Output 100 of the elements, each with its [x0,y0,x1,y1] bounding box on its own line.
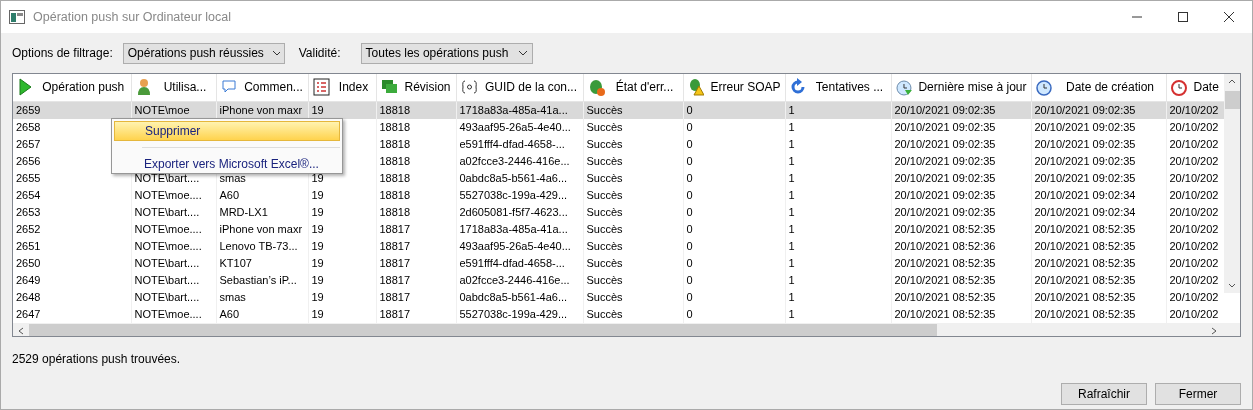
table-cell: 0 [686,154,693,167]
table-cell: 20/10/202 [1169,222,1219,235]
table-cell: a02fcce3-2446-416e... [459,273,570,286]
column-header[interactable]: Index [308,74,376,101]
table-cell: 19 [311,290,324,303]
close-icon [1224,12,1234,22]
column-header[interactable]: Dernière mise à jour [891,74,1031,101]
table-cell: 0 [686,120,693,133]
table-cell: 20/10/202 [1169,171,1219,184]
clock-icon [1170,78,1188,97]
table-cell: 20/10/2021 09:02:35 [894,137,996,150]
column-header[interactable]: État d'err... [583,74,683,101]
caret-icon [517,50,528,56]
table-cell: NOTE\bart.... [134,273,200,286]
table-cell: 1 [788,307,795,320]
table-cell: 1 [788,239,795,252]
table-cell: MRD-LX1 [219,205,268,218]
table-cell: 18817 [379,256,411,269]
table-cell: 19 [311,205,324,218]
table-cell: 493aaf95-26a5-4e40... [459,239,571,252]
table-cell: 19 [311,103,324,116]
horizontal-scrollbar[interactable] [13,322,1240,336]
table-cell: 2656 [16,154,41,167]
table-cell: 18818 [379,188,411,201]
filter-dropdown[interactable]: Toutes les opérations push [360,42,533,64]
table-cell: 2657 [16,137,41,150]
table-cell: 2658 [16,120,41,133]
table-cell: 20/10/2021 09:02:35 [894,205,996,218]
table-cell: NOTE\moe.... [134,188,202,201]
table-cell: e591fff4-dfad-4658-... [459,256,565,269]
scrollbar-thumb[interactable] [29,323,937,336]
table-cell: 20/10/2021 09:02:35 [894,154,996,167]
column-header[interactable]: Commen... [216,74,308,101]
dialog-button[interactable]: Fermer [1155,383,1241,405]
table-cell: 1 [788,137,795,150]
table-cell: 20/10/2021 09:02:35 [1034,120,1136,133]
filter-dropdown[interactable]: Opérations push réussies [122,42,285,64]
table-row[interactable]: 2648 NOTE\bart.... smas 19 18817 0abdc8a5-b561-4a6... Succès 0 1 20/10/2021 08:52:35 20/10/2021 08:52:35 20/10/202 [13,288,1225,306]
table-cell: 20/10/202 [1169,154,1219,167]
table-cell: Succès [586,273,623,286]
table-cell: 2649 [16,273,41,286]
table-cell: 18817 [379,307,411,320]
table-cell: 1 [788,171,795,184]
column-header[interactable]: Erreur SOAP [683,74,785,101]
table-cell: Succès [586,137,623,150]
table-cell: 20/10/202 [1169,137,1219,150]
clock-icon [1035,78,1053,97]
status-text: 2529 opérations push trouvées. [11,351,182,368]
table-cell: 1 [788,154,795,167]
table-cell: iPhone von maxr [219,103,303,116]
table-cell: 20/10/2021 09:02:34 [1034,205,1136,218]
table-cell: 2653 [16,205,41,218]
table-cell: 0 [686,239,693,252]
table-cell: 2654 [16,188,41,201]
vertical-scrollbar[interactable] [1224,74,1240,293]
table-cell: 0 [686,273,693,286]
column-header[interactable]: Utilisa... [131,74,216,101]
column-header[interactable]: Tentatives ... [785,74,891,101]
table-cell: 1718a83a-485a-41a... [459,222,568,235]
table-cell: NOTE\moe.... [134,239,202,252]
table-cell: 20/10/2021 09:02:34 [1034,188,1136,201]
table-cell: 20/10/2021 09:02:35 [894,103,996,116]
table-cell: smas [219,171,246,184]
table-cell: Sebastian’s iP... [219,273,297,286]
menu-item[interactable]: Supprimer [114,121,340,141]
table-cell: iPhone von maxr [219,222,303,235]
table-cell: Succès [586,188,623,201]
table-cell: 20/10/2021 09:02:35 [1034,137,1136,150]
scrollbar-thumb[interactable] [1224,91,1240,109]
table-cell: KT107 [219,256,252,269]
table-cell: 0 [686,137,693,150]
clock-icon [895,78,913,97]
table-cell: NOTE\moe [134,103,190,116]
table-cell: 1 [788,103,795,116]
column-header[interactable]: Révision [376,74,456,101]
table-cell: 18817 [379,239,411,252]
table-cell: 0 [686,103,693,116]
table-cell: NOTE\bart.... [134,256,200,269]
table-cell: 0 [686,307,693,320]
table-cell: 18818 [379,171,411,184]
filter-label: Options de filtrage: [12,45,113,62]
table-cell: 20/10/2021 09:02:35 [1034,171,1136,184]
table-cell: 19 [311,171,324,184]
table-cell: Succès [586,205,623,218]
table-cell: 0 [686,290,693,303]
table-cell: 20/10/2021 09:02:35 [894,171,996,184]
table-cell: Succès [586,256,623,269]
column-header[interactable]: Date de création [1031,74,1166,101]
table-cell: 20/10/202 [1169,205,1219,218]
table-cell: 0 [686,222,693,235]
table-row[interactable]: 2647 NOTE\moe.... A60 19 18817 5527038c-199a-429... Succès 0 1 20/10/2021 08:52:35 20/10/2021 08:52:35 20/10/202 [13,305,1225,323]
table-cell: Succès [586,120,623,133]
column-header[interactable]: Opération push [13,74,131,101]
dialog-button[interactable]: Rafraîchir [1061,383,1147,405]
column-header[interactable]: GUID de la con... [456,74,583,101]
table-cell: 20/10/2021 08:52:35 [1034,256,1136,269]
table-cell: Succès [586,222,623,235]
table-cell: Succès [586,307,623,320]
table-cell: Succès [586,290,623,303]
table-cell: 19 [311,239,324,252]
